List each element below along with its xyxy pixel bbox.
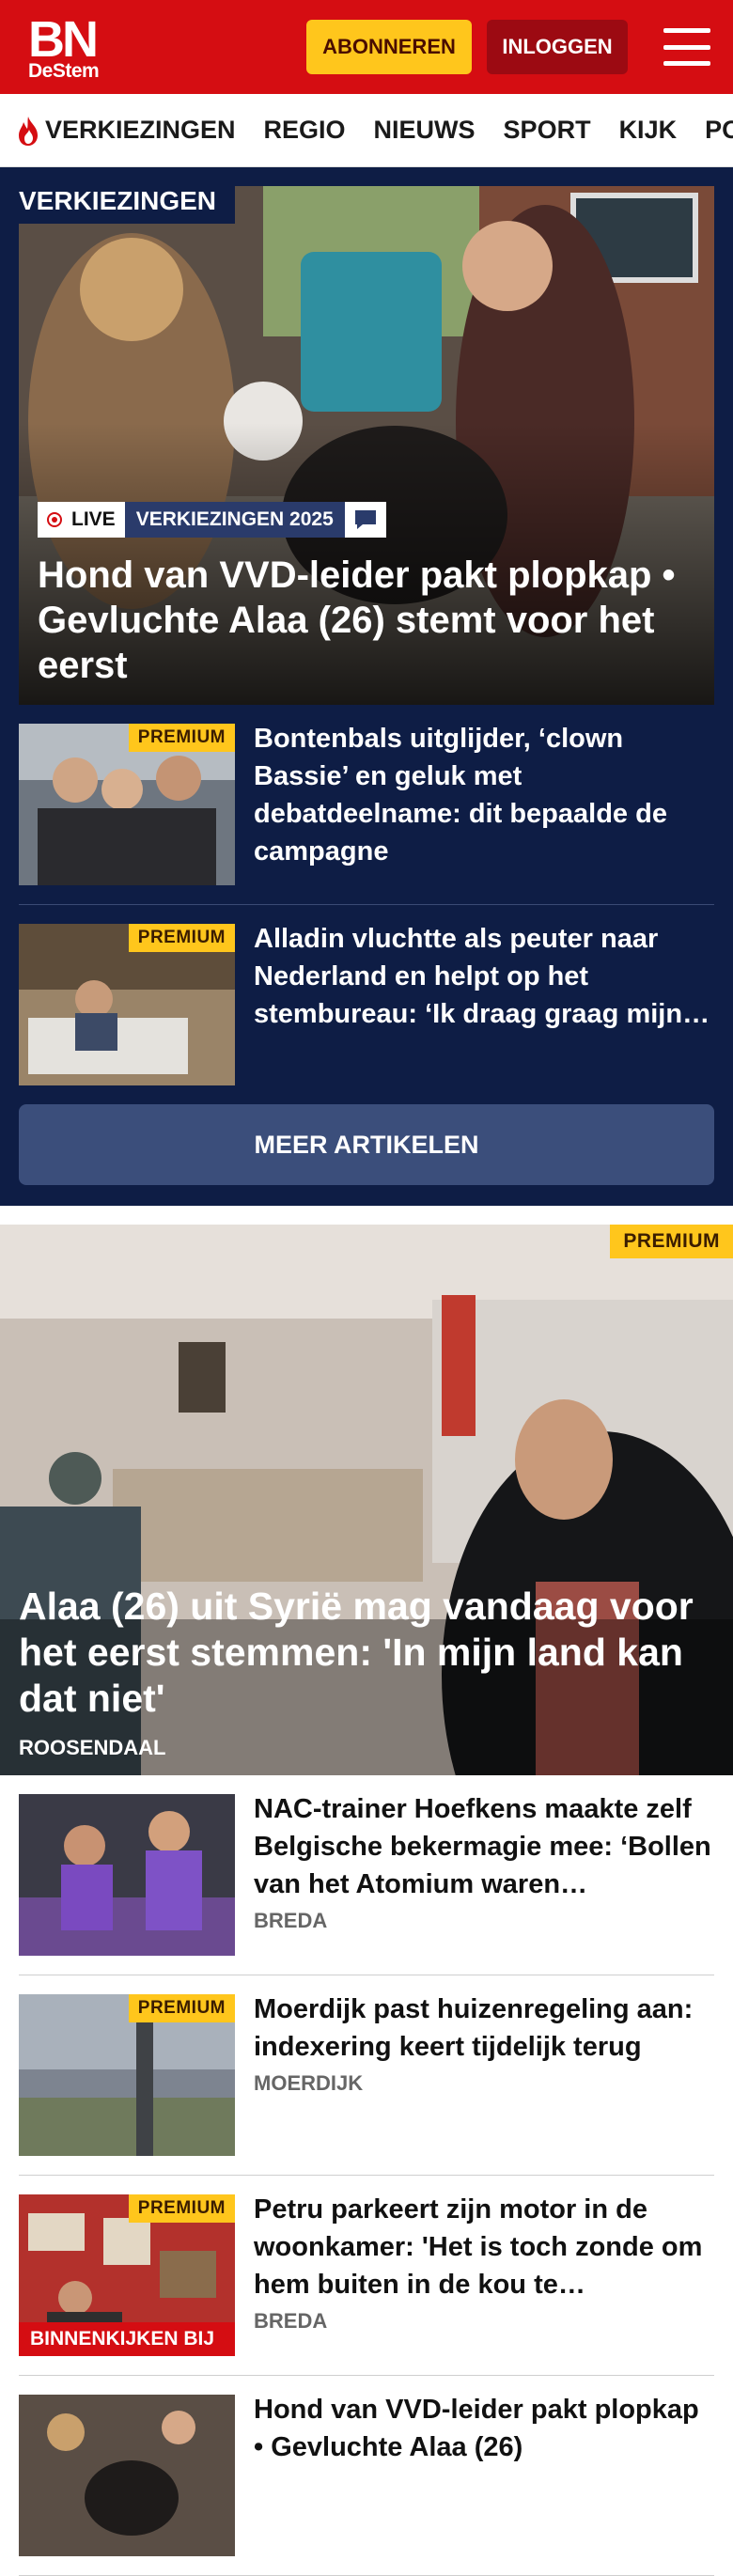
section-label: VERKIEZINGEN (19, 186, 236, 224)
nav-item-regio[interactable]: REGIO (264, 116, 346, 145)
feature-title[interactable]: Alaa (26) uit Syrië mag vandaag voor het… (19, 1584, 695, 1722)
list-item[interactable]: PREMIUM BINNENKIJKEN BIJ Petru parkeert … (19, 2176, 714, 2376)
list-item[interactable]: PREMIUM Moerdijk past huizenregeling aan… (19, 1975, 714, 2176)
premium-badge: PREMIUM (128, 724, 235, 752)
site-logo[interactable]: BN DeStem (28, 10, 100, 82)
list-body: Moerdijk past huizenregeling aan: indexe… (235, 1994, 714, 2156)
list-item[interactable]: NAC-trainer Hoefkens maakte zelf Belgisc… (19, 1775, 714, 1975)
main-nav: VERKIEZINGEN REGIO NIEUWS SPORT KIJK POD… (0, 94, 733, 167)
article-title[interactable]: NAC-trainer Hoefkens maakte zelf Belgisc… (254, 1790, 714, 1903)
subscribe-button[interactable]: ABONNEREN (306, 20, 472, 74)
chat-icon (344, 502, 386, 538)
article-thumbnail: PREMIUM (19, 924, 235, 1085)
category-tag: BINNENKIJKEN BIJ (19, 2322, 235, 2356)
election-tag: VERKIEZINGEN 2025 (124, 502, 345, 538)
article-photo (19, 1794, 235, 1956)
nav-item-nieuws[interactable]: NIEUWS (374, 116, 476, 145)
site-header: BN DeStem ABONNEREN INLOGGEN (0, 0, 733, 94)
hero-badges: LIVE VERKIEZINGEN 2025 (38, 502, 386, 538)
hero-title[interactable]: Hond van VVD-leider pakt plopkap • Gevlu… (38, 553, 692, 688)
article-thumbnail (19, 1794, 235, 1956)
article-thumbnail (19, 2395, 235, 2556)
article-title[interactable]: Alladin vluchtte als peuter naar Nederla… (235, 920, 714, 1085)
hero-article[interactable]: VERKIEZINGEN LIVE VERKIEZINGEN 2025 Hond… (19, 186, 714, 705)
article-photo (19, 2395, 235, 2556)
article-list: NAC-trainer Hoefkens maakte zelf Belgisc… (0, 1775, 733, 2576)
login-button[interactable]: INLOGGEN (487, 20, 628, 74)
nav-item-kijk[interactable]: KIJK (619, 116, 678, 145)
article-title[interactable]: Petru parkeert zijn motor in de woonkame… (254, 2191, 714, 2303)
premium-badge: PREMIUM (128, 924, 235, 952)
live-badge: LIVE (38, 502, 125, 538)
feature-location: ROOSENDAAL (19, 1736, 166, 1759)
list-body: Hond van VVD-leider pakt plopkap • Gevlu… (235, 2395, 714, 2556)
nav-item-podcast[interactable]: PODCAST (705, 116, 733, 145)
header-actions: ABONNEREN INLOGGEN (306, 20, 710, 74)
list-item[interactable]: PREMIUM Alladin vluchtte als peuter naar… (19, 905, 714, 1104)
article-title[interactable]: Moerdijk past huizenregeling aan: indexe… (254, 1991, 714, 2066)
premium-badge: PREMIUM (128, 2194, 235, 2223)
elections-section: VERKIEZINGEN LIVE VERKIEZINGEN 2025 Hond… (0, 167, 733, 1206)
logo-destem: DeStem (28, 59, 100, 82)
article-location: BREDA (254, 2309, 328, 2333)
flame-icon (19, 116, 38, 146)
live-label: LIVE (71, 508, 116, 530)
article-title[interactable]: Hond van VVD-leider pakt plopkap • Gevlu… (254, 2391, 714, 2466)
premium-badge: PREMIUM (610, 1225, 733, 1258)
live-dot-icon (47, 512, 62, 527)
more-articles-button[interactable]: MEER ARTIKELEN (19, 1104, 714, 1185)
nav-item-verkiezingen[interactable]: VERKIEZINGEN (15, 115, 236, 147)
feature-article[interactable]: PREMIUM Alaa (26) uit Syrië mag vandaag … (0, 1225, 733, 1775)
article-location: BREDA (254, 1909, 328, 1932)
article-thumbnail: PREMIUM BINNENKIJKEN BIJ (19, 2194, 235, 2356)
article-location: MOERDIJK (254, 2071, 364, 2095)
article-thumbnail: PREMIUM (19, 1994, 235, 2156)
hamburger-icon[interactable] (663, 28, 710, 66)
logo-bn: BN (28, 10, 99, 68)
list-item[interactable]: PREMIUM Bontenbals uitglijder, ‘clown Ba… (19, 705, 714, 905)
article-thumbnail: PREMIUM (19, 724, 235, 885)
nav-label: VERKIEZINGEN (45, 116, 236, 144)
article-title[interactable]: Bontenbals uitglijder, ‘clown Bassie’ en… (235, 720, 714, 885)
list-body: NAC-trainer Hoefkens maakte zelf Belgisc… (235, 1794, 714, 1956)
list-body: Petru parkeert zijn motor in de woonkame… (235, 2194, 714, 2356)
nav-item-sport[interactable]: SPORT (504, 116, 591, 145)
premium-badge: PREMIUM (128, 1994, 235, 2022)
